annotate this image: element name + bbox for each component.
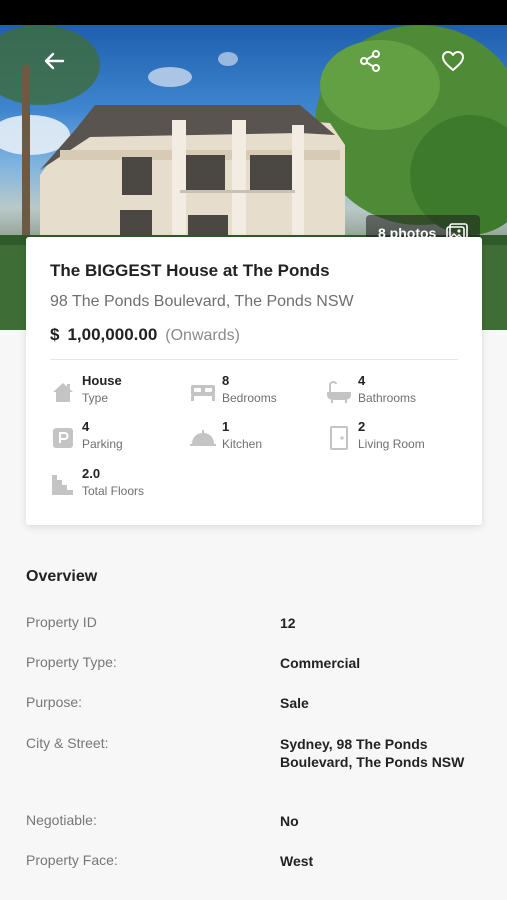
price-row: $ 1,00,000.00 (Onwards): [50, 325, 458, 345]
overview-value: Sale: [280, 695, 309, 711]
feature-total-floors: 2.0 Total Floors: [50, 466, 190, 506]
favorite-button[interactable]: [435, 43, 471, 79]
overview-value: No: [280, 813, 299, 829]
feature-value: 1: [222, 419, 230, 434]
feature-value: 4: [358, 373, 366, 388]
feature-label: Total Floors: [82, 484, 145, 498]
overview-key: Property ID: [26, 614, 97, 630]
kitchen-icon: [190, 425, 216, 451]
feature-value: 2: [358, 419, 366, 434]
feature-label: Parking: [82, 437, 123, 451]
arrow-left-icon: [44, 52, 65, 70]
bed-icon: [190, 379, 216, 405]
feature-label: Kitchen: [222, 437, 263, 451]
share-icon: [360, 50, 380, 72]
status-bar: [0, 0, 507, 25]
feature-type: House Type: [50, 373, 190, 413]
bathtub-icon: [326, 379, 352, 405]
overview-title: Overview: [26, 568, 98, 585]
feature-value: 4: [82, 419, 90, 434]
overview-value: Sydney, 98 The Ponds Boulevard, The Pond…: [280, 736, 465, 770]
door-icon: [326, 425, 352, 451]
feature-label: Bathrooms: [358, 391, 417, 405]
overview-value: West: [280, 853, 314, 869]
divider: [50, 359, 458, 360]
feature-bathrooms: 4 Bathrooms: [326, 373, 466, 413]
overview-value: Commercial: [280, 655, 361, 671]
price-value: 1,00,000.00: [67, 325, 158, 344]
price-note: (Onwards): [165, 327, 240, 344]
feature-label: Living Room: [358, 437, 425, 451]
feature-parking: 4 Parking: [50, 419, 190, 459]
overview-section: Overview Property ID 12 Property Type: C…: [26, 568, 482, 869]
overview-key: Property Face:: [26, 852, 118, 868]
property-address: 98 The Ponds Boulevard, The Ponds NSW: [50, 293, 354, 310]
parking-icon: [50, 425, 76, 451]
overview-key: Negotiable:: [26, 812, 97, 828]
feature-bedrooms: 8 Bedrooms: [190, 373, 330, 413]
feature-value: House: [82, 373, 122, 388]
feature-living-room: 2 Living Room: [326, 419, 466, 459]
feature-label: Bedrooms: [222, 391, 277, 405]
feature-value: 8: [222, 373, 230, 388]
feature-value: 2.0: [82, 466, 101, 481]
price-currency: $: [50, 325, 60, 344]
feature-label: Type: [82, 391, 109, 405]
property-title: The BIGGEST House at The Ponds: [50, 261, 330, 280]
heart-icon: [442, 51, 464, 71]
stairs-icon: [50, 472, 76, 498]
feature-kitchen: 1 Kitchen: [190, 419, 330, 459]
house-icon: [50, 379, 76, 405]
overview-key: City & Street:: [26, 735, 109, 751]
overview-key: Property Type:: [26, 654, 117, 670]
overview-key: Purpose:: [26, 694, 83, 710]
back-button[interactable]: [36, 43, 72, 79]
share-button[interactable]: [352, 43, 388, 79]
overview-value: 12: [280, 615, 296, 631]
property-summary-card: The BIGGEST House at The Ponds 98 The Po…: [26, 237, 482, 525]
